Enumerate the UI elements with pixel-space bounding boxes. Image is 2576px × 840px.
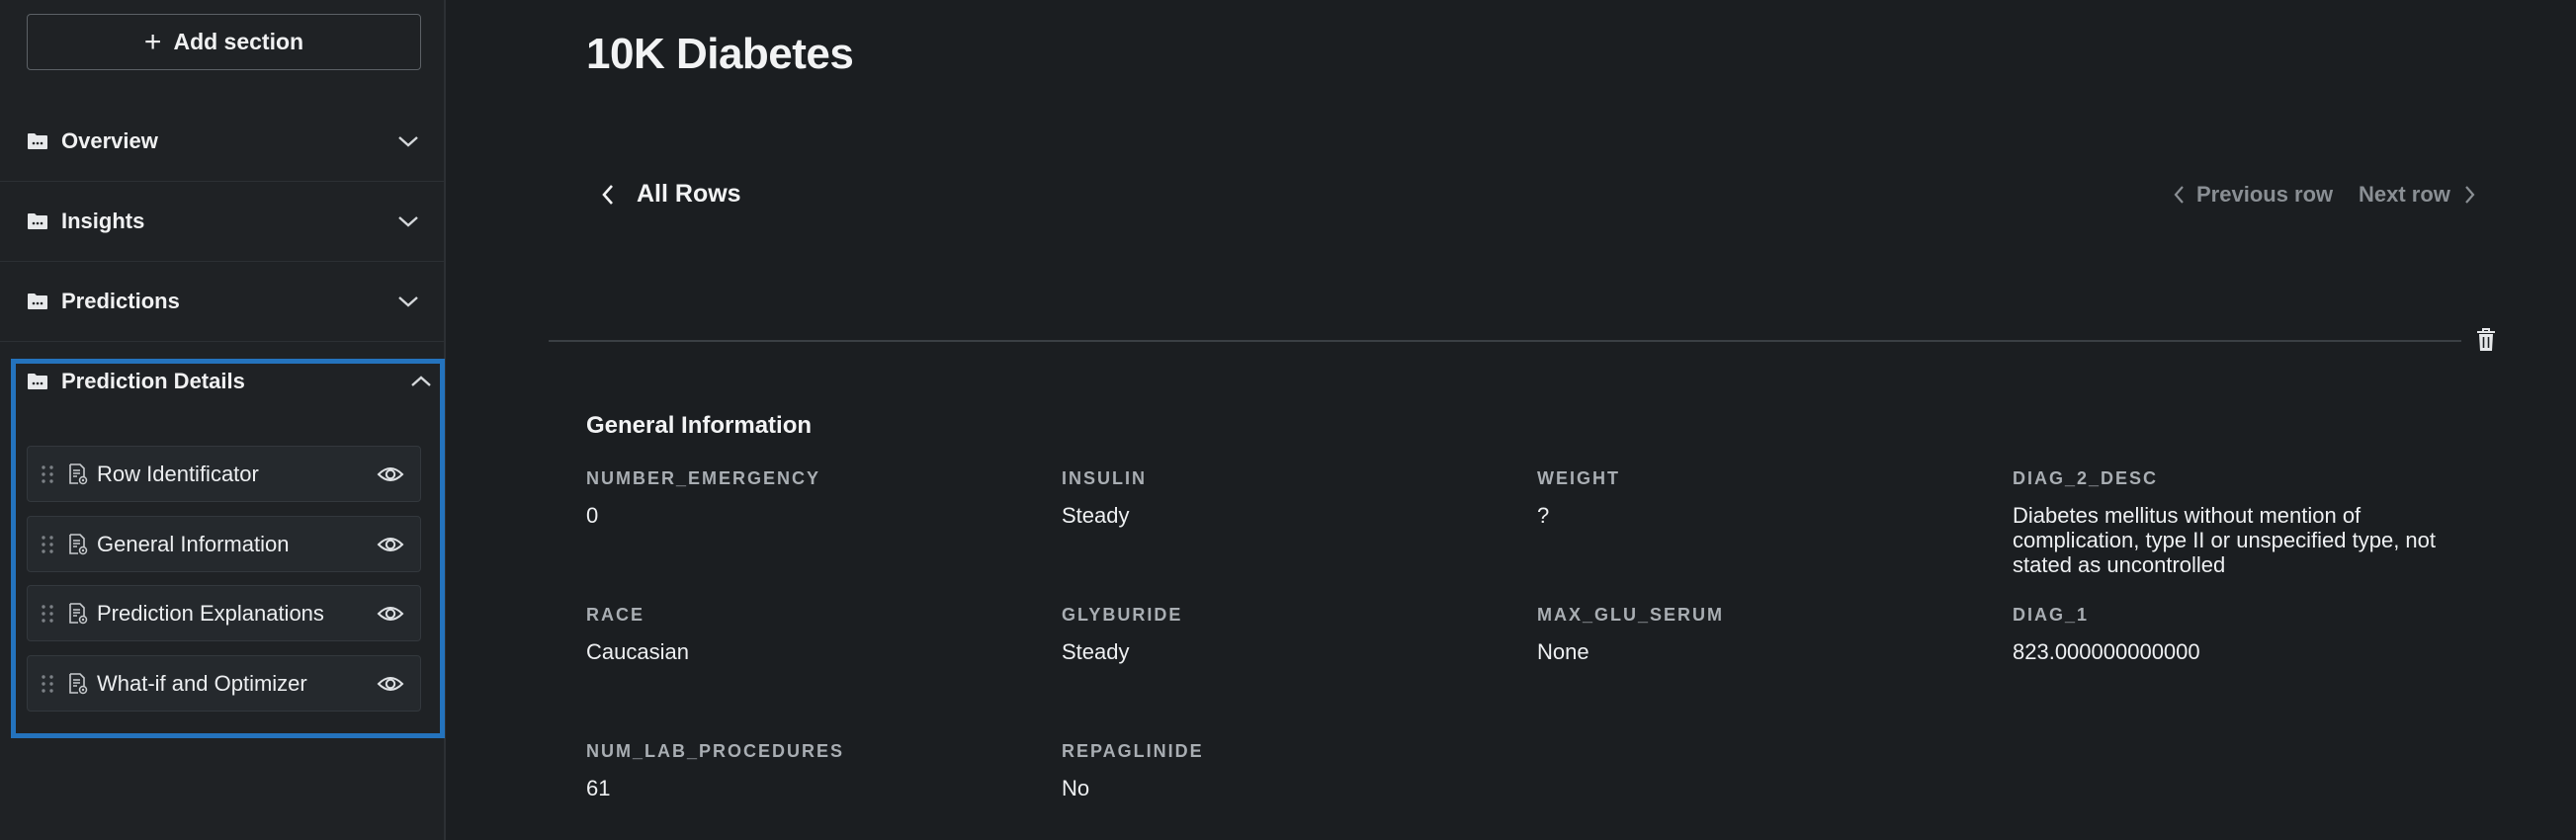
field-key: REPAGLINIDE bbox=[1062, 741, 1204, 761]
sub-item-label: General Information bbox=[97, 531, 290, 556]
sub-item-what-if-optimizer[interactable]: What-if and Optimizer bbox=[27, 655, 421, 712]
all-rows-back-button[interactable]: All Rows bbox=[601, 180, 741, 209]
sub-item-label: What-if and Optimizer bbox=[97, 670, 307, 696]
sub-item-general-information[interactable]: General Information bbox=[27, 516, 421, 572]
folder-icon bbox=[28, 374, 47, 389]
field-key: GLYBURIDE bbox=[1062, 605, 1183, 625]
chevron-right-icon bbox=[2465, 186, 2475, 204]
field-value: 823.000000000000 bbox=[2013, 639, 2200, 664]
previous-row-label: Previous row bbox=[2196, 182, 2334, 207]
chevron-down-icon bbox=[398, 136, 418, 147]
section-label: Predictions bbox=[61, 289, 180, 313]
section-label: Prediction Details bbox=[61, 369, 245, 393]
chevron-up-icon bbox=[411, 376, 431, 386]
field-key: WEIGHT bbox=[1537, 468, 1620, 488]
field-key: DIAG_2_DESC bbox=[2013, 468, 2159, 488]
document-icon bbox=[69, 672, 88, 694]
field-weight: WEIGHT ? bbox=[1537, 468, 1972, 528]
eye-icon[interactable] bbox=[377, 535, 404, 554]
all-rows-label: All Rows bbox=[637, 180, 741, 208]
field-key: NUMBER_EMERGENCY bbox=[586, 468, 821, 488]
previous-row-button[interactable]: Previous row bbox=[2173, 182, 2333, 208]
field-diag-2-desc: DIAG_2_DESC Diabetes mellitus without me… bbox=[2013, 468, 2462, 577]
field-key: RACE bbox=[586, 605, 645, 625]
folder-icon bbox=[28, 294, 47, 309]
field-value: ? bbox=[1537, 503, 1550, 528]
field-value: Caucasian bbox=[586, 639, 689, 664]
field-key: INSULIN bbox=[1062, 468, 1147, 488]
document-icon bbox=[69, 462, 88, 484]
section-label: Insights bbox=[61, 209, 145, 233]
field-value: Steady bbox=[1062, 639, 1130, 664]
eye-icon[interactable] bbox=[377, 604, 404, 624]
eye-icon[interactable] bbox=[377, 674, 404, 694]
trash-icon[interactable] bbox=[2474, 327, 2498, 353]
field-num-lab-procedures: NUM_LAB_PROCEDURES 61 bbox=[586, 741, 1021, 800]
section-divider bbox=[549, 340, 2461, 342]
drag-handle-icon[interactable] bbox=[41, 604, 54, 624]
section-title: General Information bbox=[586, 412, 813, 439]
plus-icon: + bbox=[143, 25, 162, 58]
add-section-button[interactable]: + Add section bbox=[27, 14, 421, 70]
field-value: 61 bbox=[586, 776, 611, 800]
add-section-label: Add section bbox=[173, 29, 304, 54]
drag-handle-icon[interactable] bbox=[41, 464, 54, 484]
sub-item-label: Prediction Explanations bbox=[97, 600, 324, 626]
section-overview[interactable]: Overview bbox=[0, 102, 444, 182]
chevron-down-icon bbox=[398, 216, 418, 227]
chevron-left-icon bbox=[602, 184, 613, 205]
field-value: None bbox=[1537, 639, 1589, 664]
next-row-label: Next row bbox=[2359, 182, 2450, 207]
field-key: NUM_LAB_PROCEDURES bbox=[586, 741, 845, 761]
drag-handle-icon[interactable] bbox=[41, 674, 54, 694]
sub-item-label: Row Identificator bbox=[97, 461, 259, 486]
field-glyburide: GLYBURIDE Steady bbox=[1062, 605, 1497, 664]
eye-icon[interactable] bbox=[377, 464, 404, 484]
field-value: No bbox=[1062, 776, 1090, 800]
next-row-button[interactable]: Next row bbox=[2359, 182, 2476, 208]
page-title: 10K Diabetes bbox=[586, 30, 854, 78]
field-insulin: INSULIN Steady bbox=[1062, 468, 1497, 528]
drag-handle-icon[interactable] bbox=[41, 535, 54, 554]
document-icon bbox=[69, 602, 88, 624]
chevron-down-icon bbox=[398, 296, 418, 307]
field-number-emergency: NUMBER_EMERGENCY 0 bbox=[586, 468, 1021, 528]
sidebar: + Add section Overview Insights Predicti… bbox=[0, 0, 446, 840]
field-key: MAX_GLU_SERUM bbox=[1537, 605, 1725, 625]
field-value: 0 bbox=[586, 503, 599, 528]
field-diag-1: DIAG_1 823.000000000000 bbox=[2013, 605, 2447, 664]
folder-icon bbox=[28, 133, 47, 149]
sub-item-prediction-explanations[interactable]: Prediction Explanations bbox=[27, 585, 421, 641]
field-repaglinide: REPAGLINIDE No bbox=[1062, 741, 1497, 800]
field-max-glu-serum: MAX_GLU_SERUM None bbox=[1537, 605, 1972, 664]
sub-item-row-identificator[interactable]: Row Identificator bbox=[27, 446, 421, 502]
document-icon bbox=[69, 533, 88, 554]
field-value: Steady bbox=[1062, 503, 1130, 528]
folder-icon bbox=[28, 213, 47, 229]
field-key: DIAG_1 bbox=[2013, 605, 2090, 625]
field-value: Diabetes mellitus without mention of com… bbox=[2013, 503, 2437, 577]
section-insights[interactable]: Insights bbox=[0, 182, 444, 262]
section-prediction-details[interactable]: Prediction Details bbox=[27, 366, 432, 397]
section-predictions[interactable]: Predictions bbox=[0, 262, 444, 342]
chevron-left-icon bbox=[2174, 186, 2184, 204]
section-label: Overview bbox=[61, 128, 158, 153]
field-race: RACE Caucasian bbox=[586, 605, 1021, 664]
